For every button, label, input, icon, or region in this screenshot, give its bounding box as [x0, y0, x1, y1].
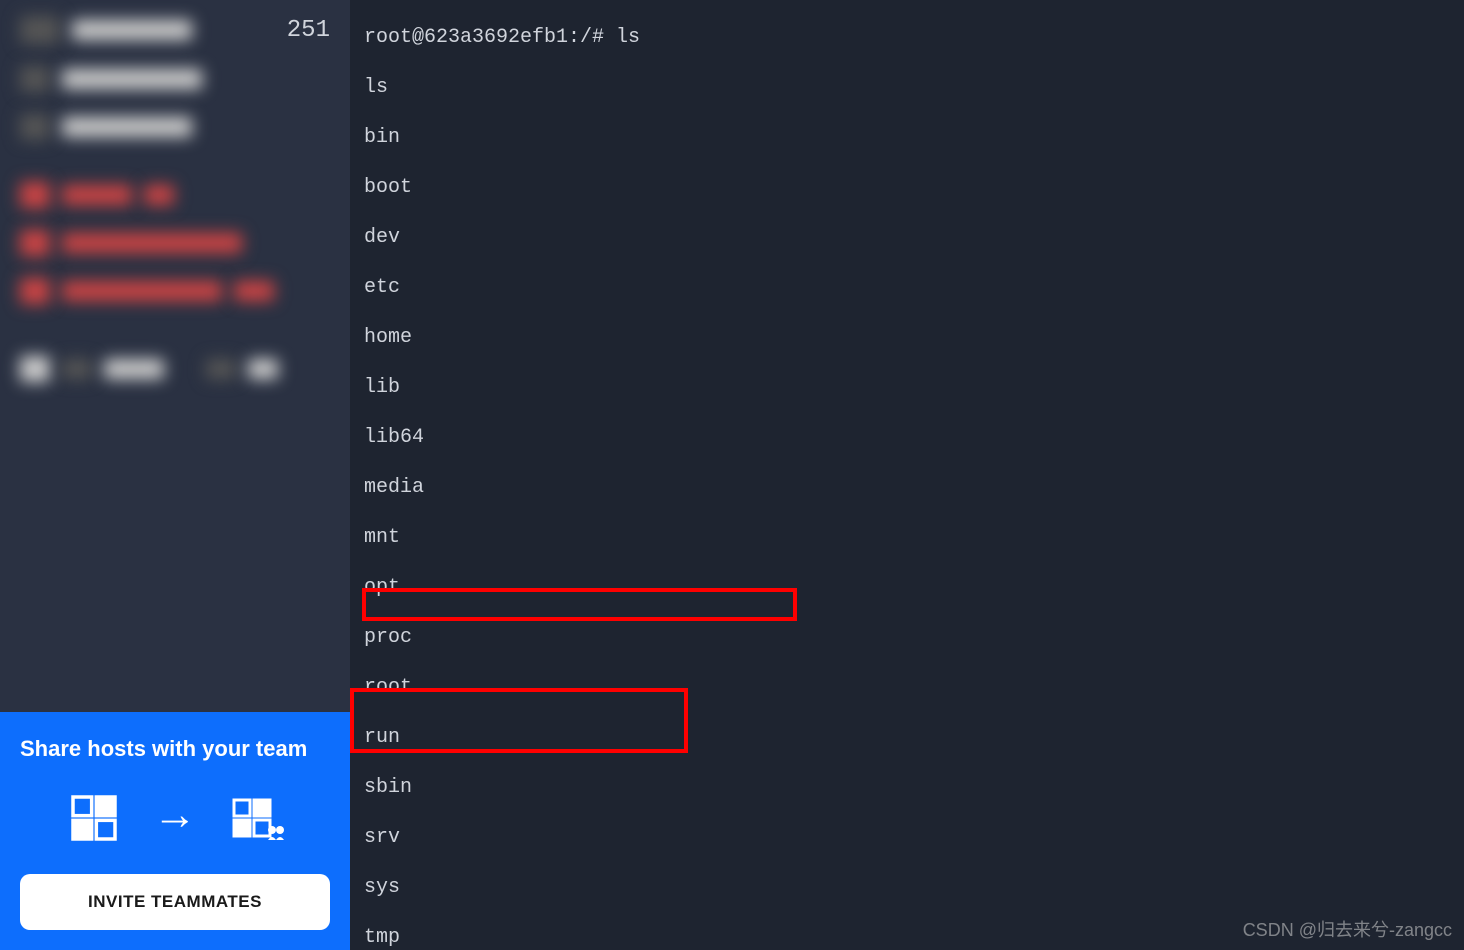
terminal-line: proc [364, 625, 1450, 650]
terminal-output[interactable]: root@623a3692efb1:/# ls ls bin boot dev … [350, 0, 1464, 950]
promo-icons-row: → [20, 790, 330, 846]
host-list-item[interactable] [20, 108, 330, 146]
terminal-line: tmp [364, 925, 1450, 950]
grid-icon [66, 790, 122, 846]
terminal-line: etc [364, 275, 1450, 300]
host-count: 251 [287, 17, 330, 44]
host-list-item[interactable] [20, 224, 330, 262]
terminal-line: dev [364, 225, 1450, 250]
terminal-line: root@623a3692efb1:/# ls [364, 25, 1450, 50]
terminal-line: opt [364, 575, 1450, 600]
host-list-item[interactable] [20, 60, 330, 98]
terminal-line: run [364, 725, 1450, 750]
host-list-item[interactable]: 251 [20, 10, 330, 50]
terminal-line: home [364, 325, 1450, 350]
grid-team-icon [228, 790, 284, 846]
terminal-line: ls [364, 75, 1450, 100]
terminal-line: root [364, 675, 1450, 700]
sidebar: 251 [0, 0, 350, 950]
terminal-line: srv [364, 825, 1450, 850]
host-list-item[interactable] [20, 176, 330, 214]
arrow-right-icon: → [162, 793, 188, 843]
terminal-line: lib64 [364, 425, 1450, 450]
invite-teammates-button[interactable]: INVITE TEAMMATES [20, 874, 330, 930]
sidebar-host-list: 251 [0, 0, 350, 712]
terminal-line: sbin [364, 775, 1450, 800]
host-list-item[interactable] [20, 272, 330, 310]
terminal-line: bin [364, 125, 1450, 150]
terminal-line: boot [364, 175, 1450, 200]
share-hosts-promo: Share hosts with your team → [0, 712, 350, 950]
promo-title: Share hosts with your team [20, 736, 330, 762]
terminal-line: sys [364, 875, 1450, 900]
terminal-line: media [364, 475, 1450, 500]
host-list-item[interactable] [20, 350, 330, 388]
terminal-line: lib [364, 375, 1450, 400]
terminal-line: mnt [364, 525, 1450, 550]
